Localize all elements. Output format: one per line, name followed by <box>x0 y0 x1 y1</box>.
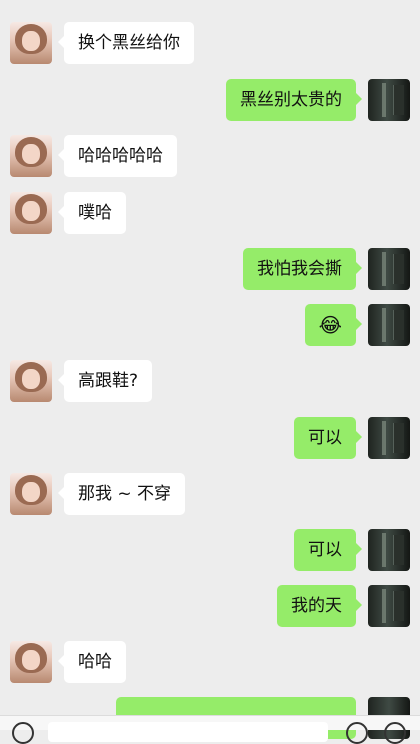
message-bubble[interactable]: 可以 <box>294 529 362 571</box>
message-row: 哈哈哈哈哈 <box>0 135 420 179</box>
plus-icon[interactable] <box>384 722 406 744</box>
contact-avatar[interactable] <box>10 22 52 64</box>
emoji-icon[interactable] <box>346 722 368 744</box>
message-input[interactable] <box>48 722 328 742</box>
message-bubble[interactable]: 黑丝别太贵的 <box>226 79 362 121</box>
message-bubble[interactable]: 高跟鞋? <box>57 360 153 402</box>
self-avatar[interactable] <box>368 417 410 459</box>
message-row: 可以 <box>0 417 420 461</box>
laughing-tears-emoji-icon: 😂 <box>318 313 342 337</box>
message-row: 换个黑丝给你 <box>0 22 420 66</box>
message-row: 黑丝别太贵的 <box>0 79 420 123</box>
contact-avatar[interactable] <box>10 135 52 177</box>
message-bubble[interactable]: 那我 ~ 不穿 <box>57 473 186 515</box>
voice-icon[interactable] <box>12 722 34 744</box>
self-avatar[interactable] <box>368 79 410 121</box>
message-row: 那我 ~ 不穿 <box>0 473 420 517</box>
message-bubble[interactable]: 可以 <box>294 417 362 459</box>
message-bubble[interactable]: 哈哈 <box>58 641 126 683</box>
message-row: 我的天 <box>0 585 420 629</box>
input-toolbar <box>0 715 420 744</box>
message-bubble[interactable]: 换个黑丝给你 <box>58 22 194 64</box>
contact-avatar[interactable] <box>10 641 52 683</box>
message-bubble[interactable]: 哈哈哈哈哈 <box>58 135 177 177</box>
message-row: 可以 <box>0 529 420 573</box>
self-avatar[interactable] <box>368 529 410 571</box>
message-row: 哈哈 <box>0 641 420 685</box>
message-bubble[interactable]: 😂 <box>304 304 363 346</box>
self-avatar[interactable] <box>368 585 410 627</box>
message-row: 噗哈 <box>0 192 420 236</box>
message-row: 高跟鞋? <box>0 360 420 404</box>
message-bubble[interactable]: 我怕我会撕 <box>243 248 362 290</box>
message-row: 我怕我会撕 <box>0 248 420 292</box>
message-bubble[interactable]: 我的天 <box>277 585 362 627</box>
message-bubble[interactable]: 噗哈 <box>58 192 126 234</box>
message-row: 😂 <box>0 304 420 348</box>
contact-avatar[interactable] <box>10 473 52 515</box>
contact-avatar[interactable] <box>10 192 52 234</box>
self-avatar[interactable] <box>368 304 410 346</box>
self-avatar[interactable] <box>368 248 410 290</box>
contact-avatar[interactable] <box>10 360 52 402</box>
